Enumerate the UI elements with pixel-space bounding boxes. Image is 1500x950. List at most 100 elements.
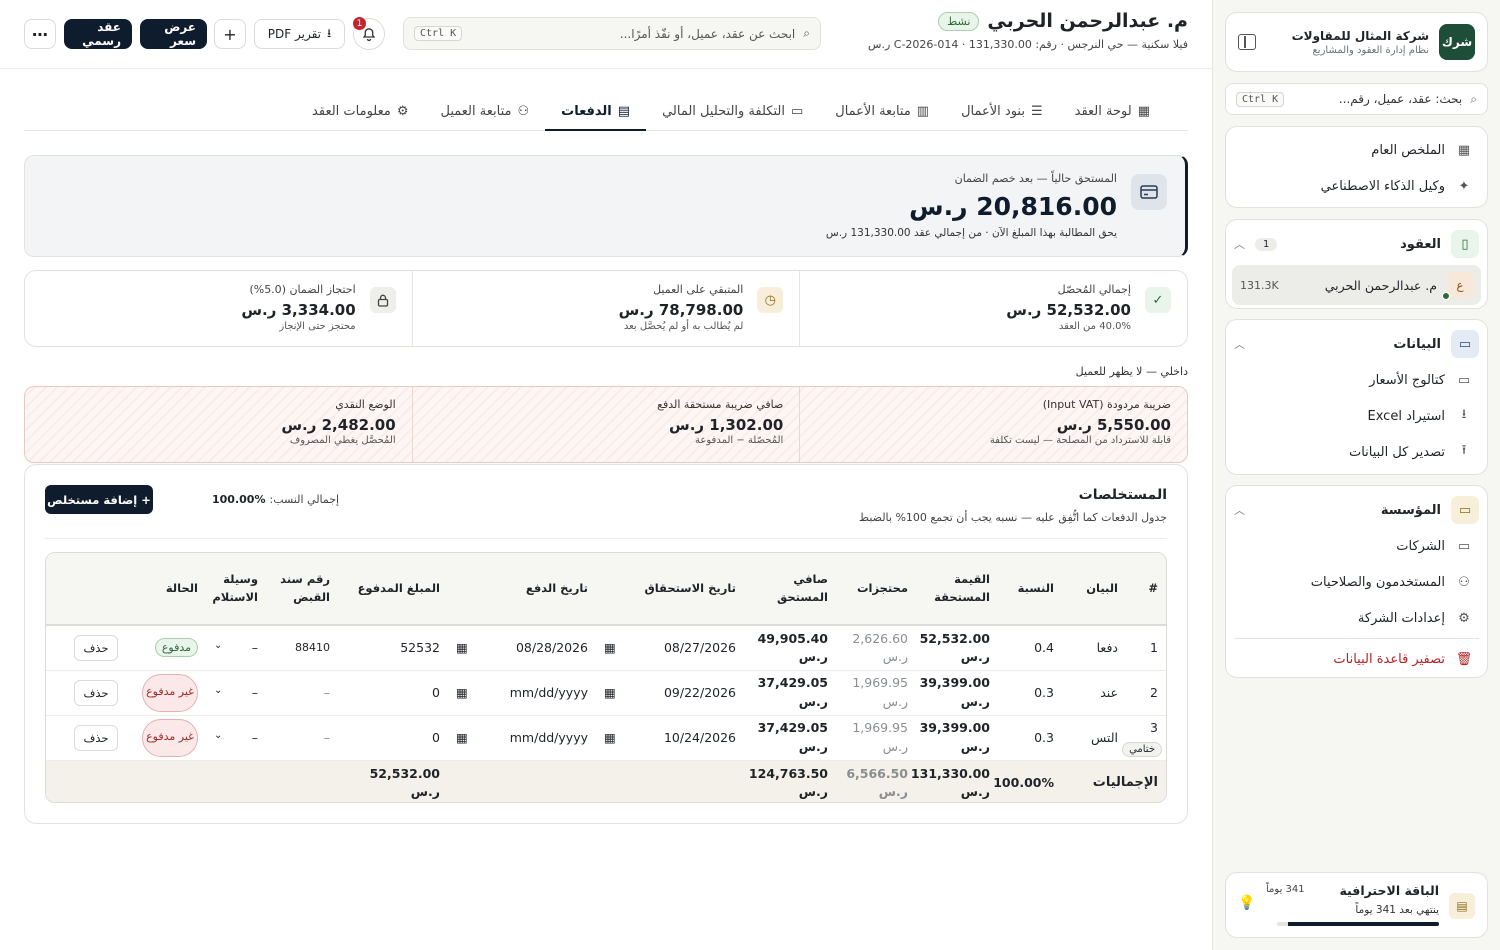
sidebar-item-export-all[interactable]: ⭱ تصدير كل البيانات xyxy=(1226,434,1487,470)
due-date-input[interactable]: 09/22/2026 ▦ xyxy=(596,670,744,716)
due-date-input[interactable]: 08/27/2026 ▦ xyxy=(596,625,744,671)
receipt-input[interactable]: – xyxy=(266,715,338,761)
status-cell: غير مدفوع xyxy=(126,715,206,761)
paid-amount-input[interactable]: 52532 xyxy=(338,625,448,671)
percent-total-value: 100.00% xyxy=(212,493,266,506)
divider xyxy=(45,538,1167,539)
sidebar-item-companies[interactable]: ▭ الشركات xyxy=(1226,528,1487,564)
tab-work-tracking[interactable]: ▥ متابعة الأعمال xyxy=(819,93,945,130)
sidebar-item-reset-database[interactable]: 🗑 تصفير قاعدة البيانات xyxy=(1226,641,1487,677)
due-date-input[interactable]: 10/24/2026 ▦ xyxy=(596,715,744,761)
sidebar-search-input[interactable]: بحث: عقد، عميل، رقم... xyxy=(1292,92,1462,106)
tab-dashboard[interactable]: ▦ لوحة العقد xyxy=(1059,93,1166,130)
schedule-subtitle: جدول الدفعات كما اتُّفِق عليه — نسبه يجب… xyxy=(858,511,1167,524)
paid-amount-input[interactable]: 0 xyxy=(338,670,448,716)
column-header: القيمة المستحقة xyxy=(916,553,998,626)
formal-contract-button[interactable]: عقد رسمي xyxy=(64,19,132,49)
tab-contract-info[interactable]: ⚙ معلومات العقد xyxy=(296,93,424,130)
search-icon: ⌕ xyxy=(1470,91,1477,106)
more-button[interactable]: ⋯ xyxy=(24,19,56,49)
pay-date-input[interactable]: 08/28/2026 ▦ xyxy=(448,625,596,671)
sidebar-section-data[interactable]: ▭ البيانات ︿ xyxy=(1226,326,1487,362)
calendar-icon[interactable]: ▦ xyxy=(456,730,468,745)
add-invoice-button[interactable]: + إضافة مستخلص xyxy=(45,485,153,514)
tab-payments[interactable]: ▤ الدفعات xyxy=(545,93,647,131)
sidebar-section-org[interactable]: ▭ المؤسسة ︿ xyxy=(1226,492,1487,528)
search-input[interactable]: ابحث عن عقد، عميل، أو نفّذ أمرًا... xyxy=(470,27,795,41)
users-icon: ⚇ xyxy=(1458,574,1470,590)
percent-input[interactable]: 0.3 xyxy=(998,670,1062,716)
stat-collected: ✓ إجمالي المُحصّل 52,532.00 ر.س 40.0% من… xyxy=(799,271,1187,346)
search-icon: ⌕ xyxy=(803,26,810,40)
receipt-input[interactable]: – xyxy=(266,670,338,716)
briefcase-icon: ▭ xyxy=(1451,496,1479,524)
retention-cell: 1,969.95 ر.س xyxy=(836,670,916,716)
delete-button[interactable]: حذف xyxy=(74,724,118,751)
description-input[interactable]: دفعا xyxy=(1062,625,1126,671)
top-bar: م. عبدالرحمن الحربي نشط فيلا سكنية — حي … xyxy=(0,0,1212,69)
sidebar-search[interactable]: ⌕ بحث: عقد، عميل، رقم... Ctrl K xyxy=(1225,83,1488,115)
percent-input[interactable]: 0.4 xyxy=(998,625,1062,671)
sidebar-item-label: البيانات xyxy=(1393,336,1441,352)
delete-button[interactable]: حذف xyxy=(74,679,118,706)
add-button[interactable]: + xyxy=(214,19,246,49)
chevron-up-icon[interactable]: ︿ xyxy=(1234,502,1245,518)
method-select[interactable]: – ⌄ xyxy=(206,670,266,716)
pdf-report-button[interactable]: ⭳ تقرير PDF xyxy=(254,19,345,49)
global-search[interactable]: ⌕ ابحث عن عقد، عميل، أو نفّذ أمرًا... Ct… xyxy=(403,17,821,50)
stat-retention: احتجاز الضمان (5.0%) 3,334.00 ر.س محتجز … xyxy=(25,271,412,346)
sidebar-item-contracts[interactable]: ▯ العقود 1 ︿ xyxy=(1226,226,1487,262)
sidebar-item-label: إعدادات الشركة xyxy=(1357,610,1445,626)
inbox-icon: ▭ xyxy=(1451,330,1479,358)
due-now-card: المستحق حالياً — بعد خصم الضمان 20,816.0… xyxy=(24,155,1188,257)
download-icon: ⭳ xyxy=(1461,407,1467,422)
paid-amount-input[interactable]: 0 xyxy=(338,715,448,761)
sidebar-item-company-settings[interactable]: ⚙ إعدادات الشركة xyxy=(1226,600,1487,636)
sidebar-item-summary[interactable]: ▦ الملخص العام xyxy=(1226,132,1487,168)
stat-value: 3,334.00 ر.س xyxy=(241,301,356,319)
plan-name: الباقة الاحترافية xyxy=(1339,883,1439,898)
clock-icon: ◷ xyxy=(757,287,784,313)
chevron-up-icon[interactable]: ︿ xyxy=(1234,336,1245,352)
sidebar-toggle-icon[interactable] xyxy=(1238,34,1256,50)
lock-icon xyxy=(369,287,396,313)
sidebar-item-import-excel[interactable]: ⭳ استيراد Excel xyxy=(1226,398,1487,434)
description-input[interactable]: التس xyxy=(1062,715,1126,761)
calendar-icon[interactable]: ▦ xyxy=(604,640,616,655)
search-shortcut: Ctrl K xyxy=(414,26,463,41)
quote-button[interactable]: عرض سعر xyxy=(140,19,207,49)
plan-card[interactable]: ▤ الباقة الاحترافية 341 يوماً ينتهي بعد … xyxy=(1225,872,1488,938)
internal-label: الوضع النقدي xyxy=(335,398,396,411)
plan-progress-fill xyxy=(1288,922,1439,926)
receipt-input[interactable]: 88410 xyxy=(266,625,338,671)
tab-work-items[interactable]: ☰ بنود الأعمال xyxy=(945,93,1059,130)
percent-input[interactable]: 0.3 xyxy=(998,715,1062,761)
pay-date-input[interactable]: mm/dd/yyyy ▦ xyxy=(448,715,596,761)
column-header: وسيلة الاستلام xyxy=(206,553,266,626)
lightbulb-icon[interactable]: 💡 xyxy=(1238,895,1255,911)
calendar-icon[interactable]: ▦ xyxy=(456,640,468,655)
notifications-button[interactable]: 1 xyxy=(353,17,385,50)
contract-name: م. عبدالرحمن الحربي xyxy=(1324,277,1437,293)
sidebar-item-ai-agent[interactable]: ✦ وكيل الذكاء الاصطناعي xyxy=(1226,168,1487,204)
pay-date-input[interactable]: mm/dd/yyyy ▦ xyxy=(448,670,596,716)
tab-label: متابعة الأعمال xyxy=(835,104,911,119)
method-select[interactable]: – ⌄ xyxy=(206,715,266,761)
tab-client-followup[interactable]: ⚇ متابعة العميل xyxy=(425,93,546,130)
final-tag: ختامي xyxy=(1122,741,1162,757)
chevron-up-icon[interactable]: ︿ xyxy=(1234,236,1245,252)
column-header: البيان xyxy=(1062,553,1126,626)
calendar-icon[interactable]: ▦ xyxy=(604,730,616,745)
status-badge: غير مدفوع xyxy=(142,718,198,757)
sidebar-item-users[interactable]: ⚇ المستخدمون والصلاحيات xyxy=(1226,564,1487,600)
company-subtitle: نظام إدارة العقود والمشاريع xyxy=(1312,44,1429,56)
sidebar-item-price-catalog[interactable]: ▭ كتالوج الأسعار xyxy=(1226,362,1487,398)
status-badge: مدفوع xyxy=(154,638,198,658)
calendar-icon[interactable]: ▦ xyxy=(604,685,616,700)
delete-button[interactable]: حذف xyxy=(74,634,118,661)
tab-cost-analysis[interactable]: ▭ التكلفة والتحليل المالي xyxy=(646,93,819,130)
company-name: شركة المثال للمقاولات xyxy=(1291,28,1429,43)
method-select[interactable]: – ⌄ xyxy=(206,625,266,671)
calendar-icon[interactable]: ▦ xyxy=(456,685,468,700)
description-input[interactable]: عند xyxy=(1062,670,1126,716)
